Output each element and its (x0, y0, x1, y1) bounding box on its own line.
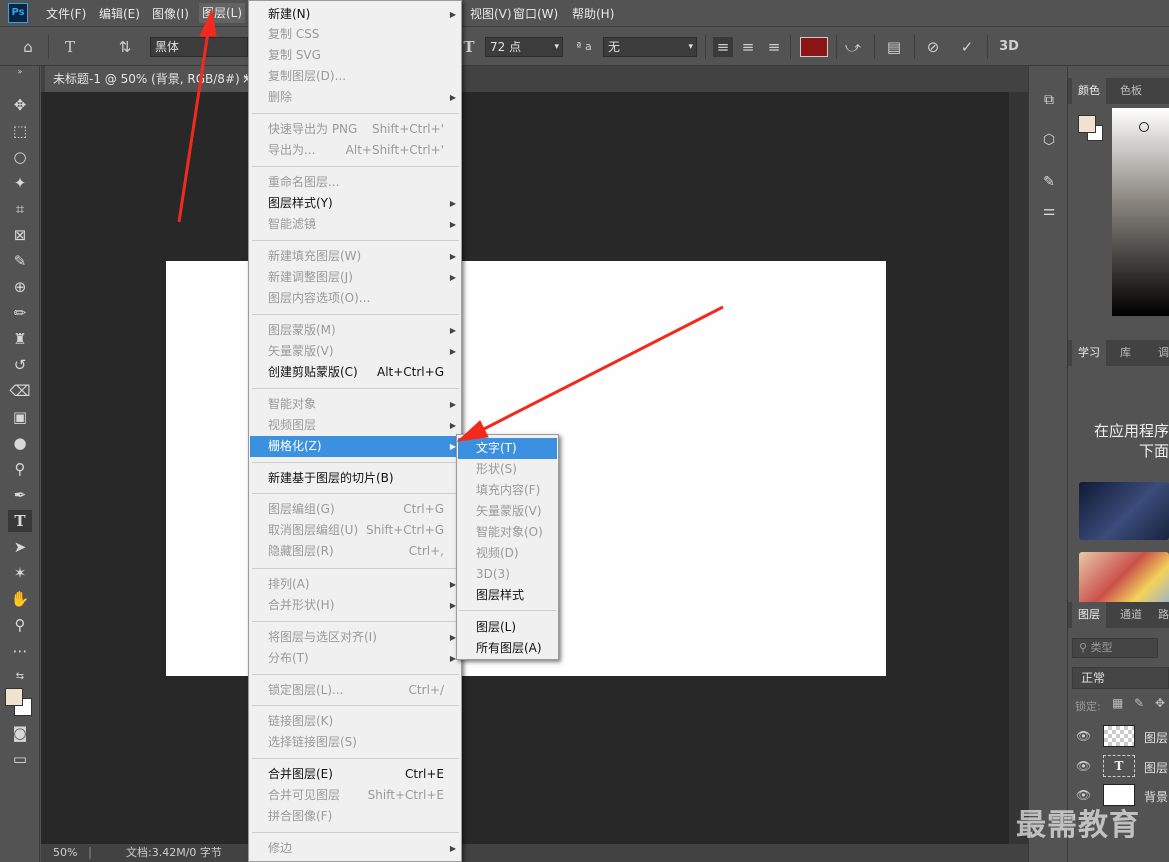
watermark: 最需教育 (1016, 808, 1140, 843)
annotation-arrowhead (199, 8, 217, 37)
annotation-arrow (481, 305, 724, 432)
annotation-arrow (177, 31, 210, 223)
annotation-overlay (177, 8, 724, 442)
annotation-arrowhead (456, 420, 489, 442)
